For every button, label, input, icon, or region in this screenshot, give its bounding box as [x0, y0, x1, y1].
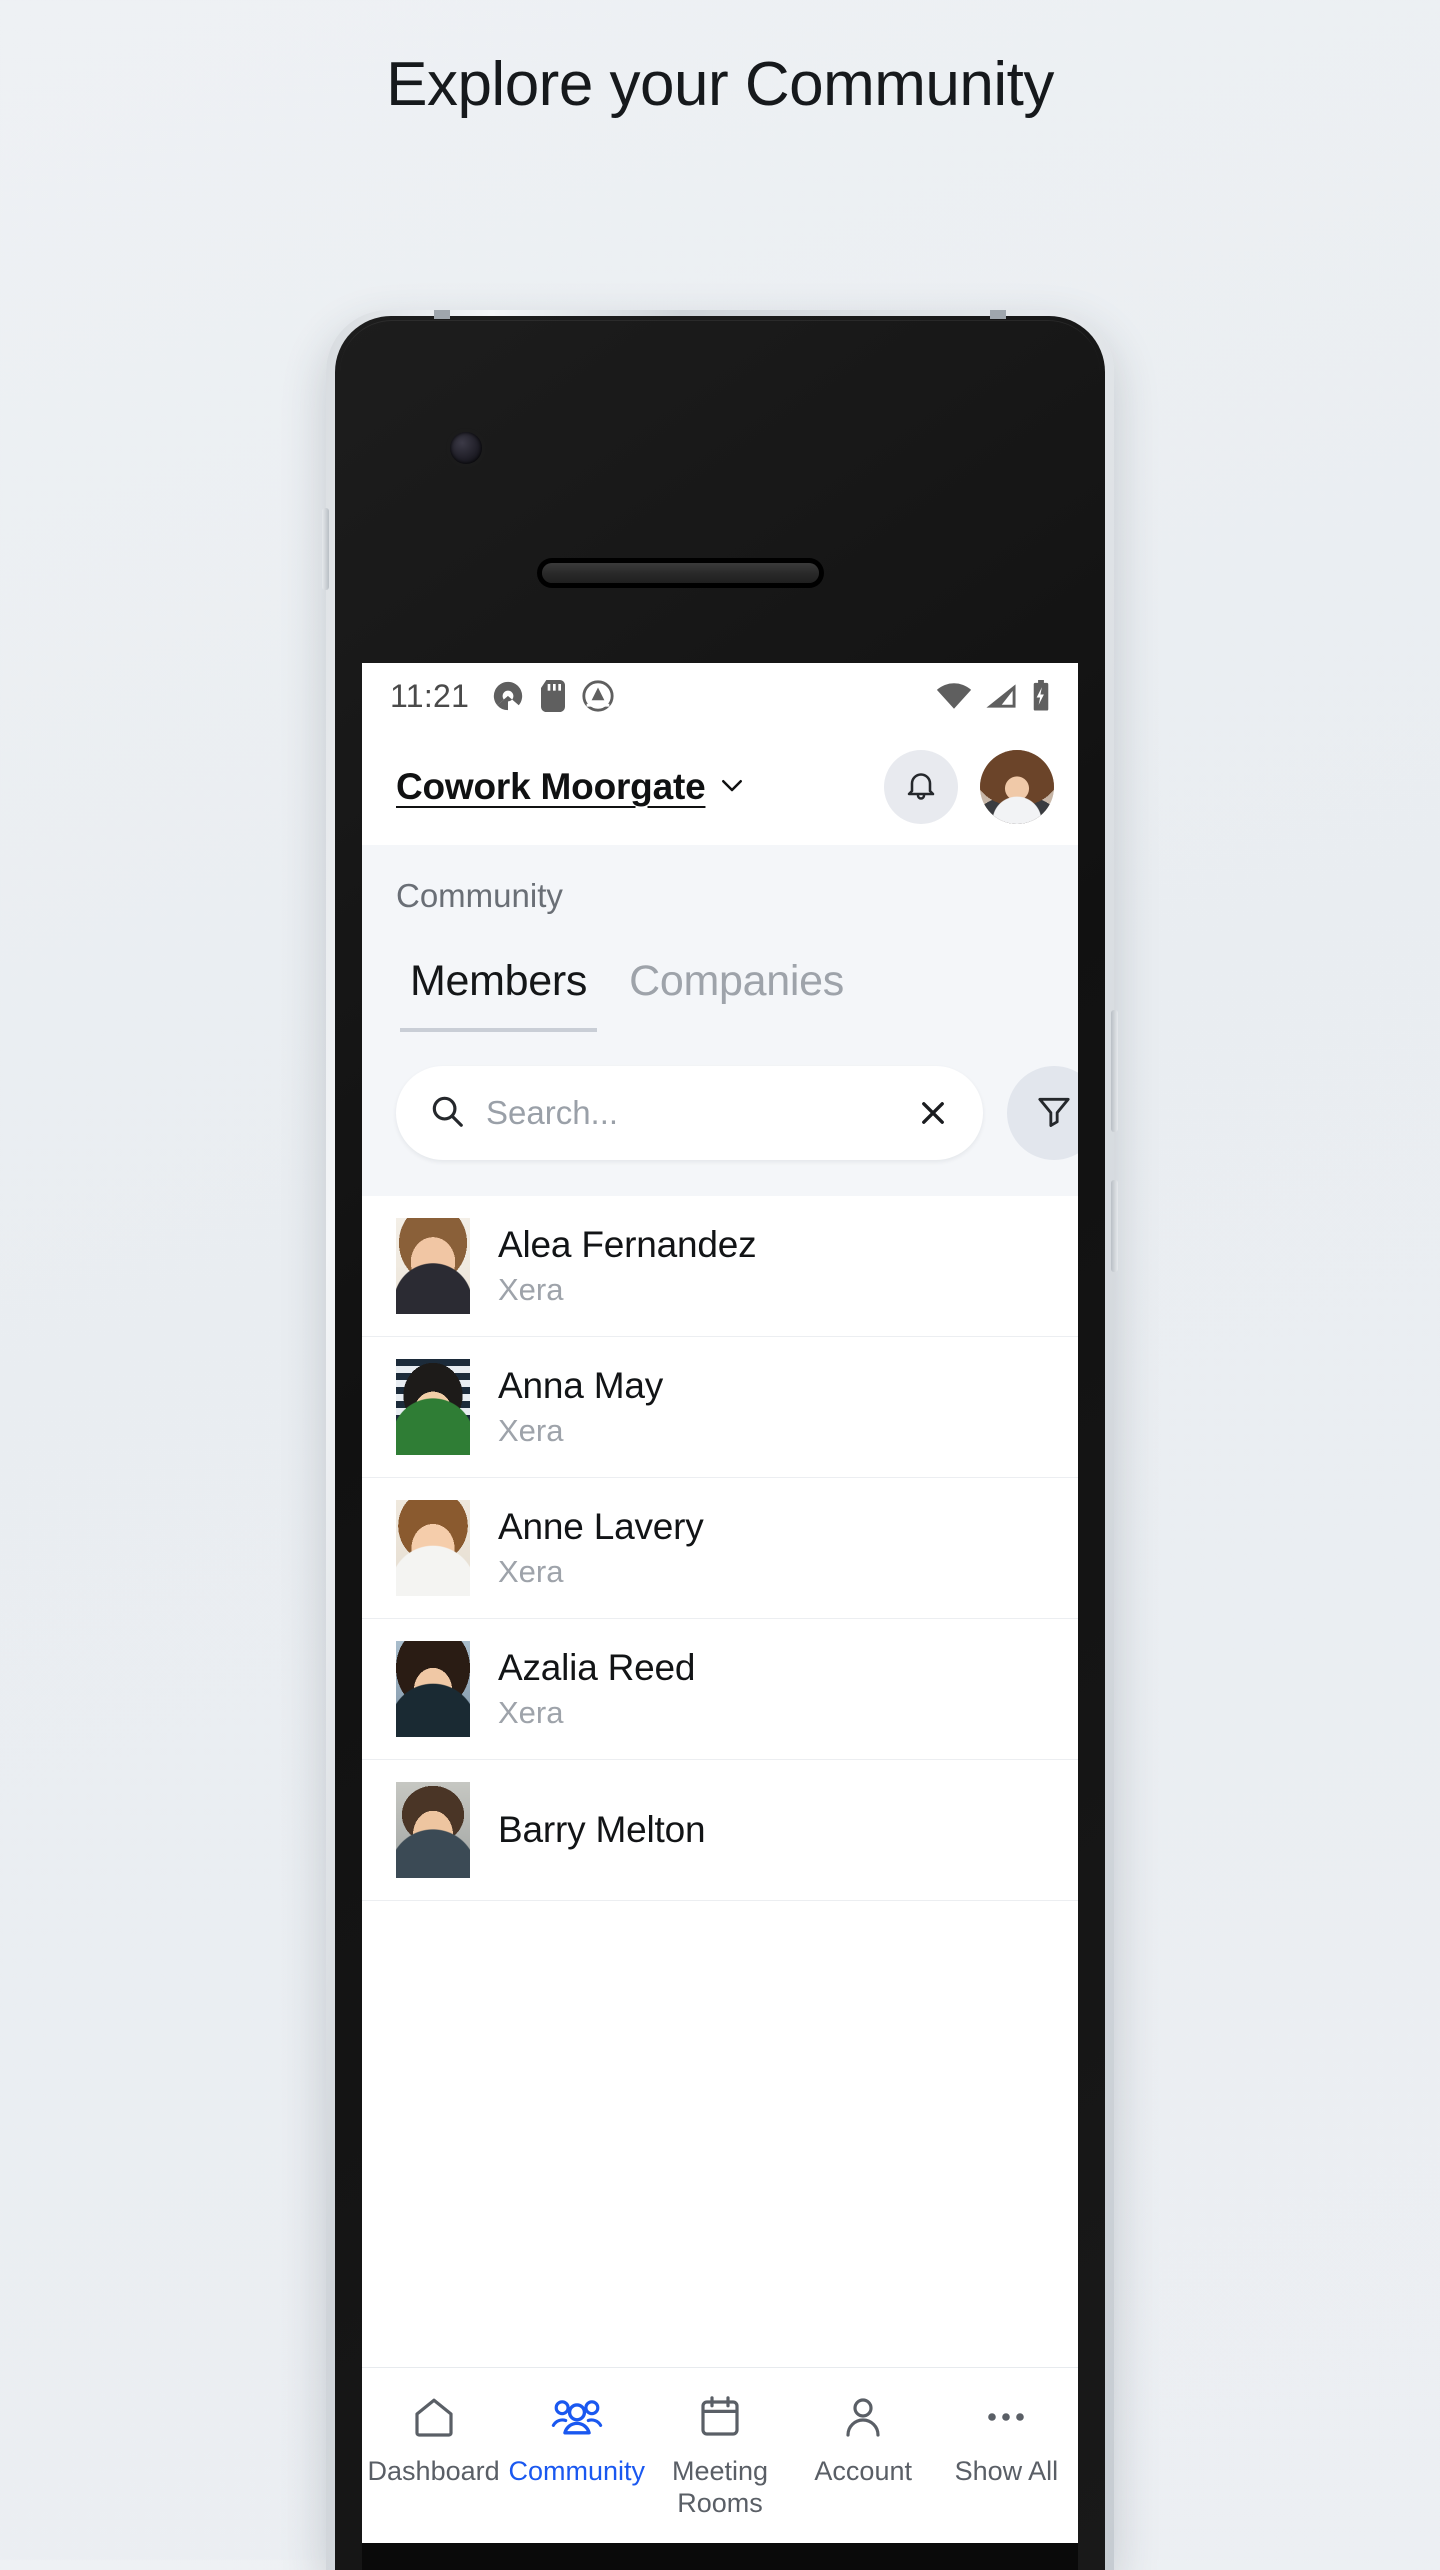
tab-bar: Members Companies — [396, 957, 1044, 1032]
nav-label: Community — [508, 2456, 646, 2486]
table-row[interactable]: Anna May Xera — [362, 1337, 1078, 1478]
member-meta: Anne Lavery Xera — [498, 1506, 704, 1590]
site-selector[interactable]: Cowork Moorgate — [396, 766, 747, 808]
notifications-button[interactable] — [884, 750, 958, 824]
table-row[interactable]: Anne Lavery Xera — [362, 1478, 1078, 1619]
power-button[interactable] — [1111, 1180, 1118, 1272]
site-name-label: Cowork Moorgate — [396, 766, 706, 807]
people-icon — [551, 2390, 603, 2444]
tab-members[interactable]: Members — [400, 957, 598, 1032]
adblock-icon — [581, 679, 615, 713]
member-name: Alea Fernandez — [498, 1224, 757, 1265]
app-notification-icon — [491, 679, 525, 713]
ellipsis-icon — [982, 2390, 1030, 2444]
filter-button[interactable] — [1007, 1066, 1078, 1160]
nav-item-dashboard[interactable]: Dashboard — [362, 2390, 505, 2488]
nav-item-community[interactable]: Community — [505, 2390, 648, 2488]
app-header: Cowork Moorgate — [362, 729, 1078, 845]
member-meta: Barry Melton — [498, 1809, 706, 1851]
community-section: Community Members Companies — [362, 845, 1078, 1032]
device-chin — [362, 2543, 1078, 2570]
nav-label: Account — [814, 2456, 912, 2486]
person-icon — [839, 2390, 887, 2444]
member-list: Alea Fernandez Xera Anna May Xera Anne L… — [362, 1196, 1078, 2367]
sd-card-icon — [541, 680, 566, 712]
front-camera — [450, 432, 482, 464]
member-company: Xera — [498, 1554, 564, 1589]
member-company: Xera — [498, 1695, 564, 1730]
nav-label: Show All — [954, 2456, 1059, 2486]
calendar-icon — [696, 2390, 744, 2444]
search-field[interactable] — [396, 1066, 983, 1160]
antenna-line-right — [990, 310, 1006, 319]
member-name: Anne Lavery — [498, 1506, 704, 1547]
search-input[interactable] — [486, 1094, 911, 1132]
volume-button[interactable] — [1111, 1010, 1118, 1132]
member-meta: Azalia Reed Xera — [498, 1647, 696, 1731]
phone-screen: 11:21 Cowork Moorgate Community Members … — [362, 663, 1078, 2543]
status-bar: 11:21 — [362, 663, 1078, 729]
member-photo — [396, 1641, 470, 1737]
table-row[interactable]: Azalia Reed Xera — [362, 1619, 1078, 1760]
member-photo — [396, 1782, 470, 1878]
section-title: Community — [396, 877, 563, 914]
cellular-signal-icon — [985, 682, 1017, 710]
page-title: Explore your Community — [386, 50, 1054, 119]
nav-label: Dashboard — [367, 2456, 500, 2486]
table-row[interactable]: Alea Fernandez Xera — [362, 1196, 1078, 1337]
table-row[interactable]: Barry Melton — [362, 1760, 1078, 1901]
nav-item-account[interactable]: Account — [792, 2390, 935, 2488]
status-left-icons — [491, 679, 615, 713]
nav-item-meeting-rooms[interactable]: Meeting Rooms — [648, 2390, 791, 2520]
member-photo — [396, 1218, 470, 1314]
wifi-icon — [936, 682, 972, 710]
status-time: 11:21 — [390, 677, 470, 714]
header-actions — [884, 750, 1054, 824]
member-name: Barry Melton — [498, 1809, 706, 1850]
search-icon — [428, 1092, 466, 1135]
left-side-button[interactable] — [322, 508, 329, 590]
member-company: Xera — [498, 1413, 564, 1448]
avatar-image — [980, 750, 1054, 824]
member-photo — [396, 1500, 470, 1596]
member-meta: Anna May Xera — [498, 1365, 663, 1449]
member-name: Anna May — [498, 1365, 663, 1406]
antenna-line-left — [434, 310, 450, 319]
close-icon[interactable] — [911, 1091, 955, 1135]
home-icon — [410, 2390, 458, 2444]
filter-icon — [1034, 1091, 1074, 1136]
chevron-down-icon — [717, 770, 747, 805]
status-right-icons — [936, 680, 1052, 712]
earpiece-speaker — [542, 563, 819, 583]
nav-label: Meeting Rooms — [671, 2456, 769, 2518]
member-meta: Alea Fernandez Xera — [498, 1224, 757, 1308]
member-photo — [396, 1359, 470, 1455]
bell-icon — [903, 767, 939, 808]
tab-companies[interactable]: Companies — [619, 957, 854, 1032]
bottom-navigation: Dashboard Community Meeting Rooms Accoun… — [362, 2367, 1078, 2543]
avatar[interactable] — [980, 750, 1054, 824]
phone-device: 11:21 Cowork Moorgate Community Members … — [322, 310, 1118, 2570]
search-row — [362, 1032, 1078, 1196]
member-name: Azalia Reed — [498, 1647, 696, 1688]
battery-charging-icon — [1030, 680, 1052, 712]
nav-item-show-all[interactable]: Show All — [935, 2390, 1078, 2488]
member-company: Xera — [498, 1272, 564, 1307]
